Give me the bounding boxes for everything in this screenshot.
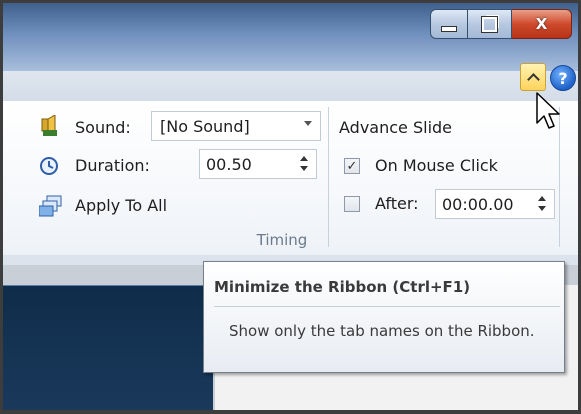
minimize-icon bbox=[441, 26, 457, 32]
clock-icon bbox=[40, 157, 58, 175]
slide-thumbnail[interactable] bbox=[3, 285, 213, 410]
help-button[interactable]: ? bbox=[550, 65, 576, 91]
application-window: X ? Sound: [No Sound] Duration: 00.50 Ap… bbox=[0, 0, 581, 414]
timing-group-label: Timing bbox=[256, 231, 308, 249]
spin-down-icon[interactable] bbox=[538, 206, 546, 211]
mouse-cursor-icon bbox=[536, 92, 560, 129]
spin-up-icon[interactable] bbox=[538, 196, 546, 201]
ribbon-tab-row bbox=[3, 71, 578, 101]
duration-value: 00.50 bbox=[206, 155, 252, 174]
duration-label: Duration: bbox=[75, 156, 150, 175]
after-checkbox[interactable] bbox=[344, 196, 360, 212]
sound-dropdown[interactable]: [No Sound] bbox=[151, 111, 321, 141]
maximize-icon bbox=[481, 15, 498, 33]
sound-value: [No Sound] bbox=[160, 117, 250, 136]
group-separator bbox=[328, 107, 329, 247]
tooltip-body: Show only the tab names on the Ribbon. bbox=[229, 322, 535, 340]
apply-to-all-button[interactable]: Apply To All bbox=[37, 193, 187, 219]
tooltip: Minimize the Ribbon (Ctrl+F1) Show only … bbox=[203, 261, 565, 373]
tooltip-title: Minimize the Ribbon (Ctrl+F1) bbox=[214, 278, 471, 296]
advance-slide-label: Advance Slide bbox=[339, 118, 453, 137]
close-button[interactable]: X bbox=[512, 9, 572, 39]
checkmark-icon: ✓ bbox=[346, 158, 358, 174]
sound-icon bbox=[41, 115, 57, 136]
after-time-value: 00:00.00 bbox=[442, 195, 514, 214]
apply-to-all-icon bbox=[39, 195, 62, 217]
title-bar: X bbox=[3, 3, 578, 71]
chevron-down-icon bbox=[304, 121, 312, 126]
on-mouse-click-checkbox[interactable]: ✓ bbox=[344, 158, 360, 174]
help-icon: ? bbox=[558, 68, 568, 88]
on-mouse-click-label: On Mouse Click bbox=[375, 156, 498, 175]
maximize-button[interactable] bbox=[468, 9, 512, 39]
spin-down-icon[interactable] bbox=[300, 166, 308, 171]
minimize-ribbon-button[interactable] bbox=[520, 63, 546, 91]
apply-to-all-label: Apply To All bbox=[75, 196, 168, 215]
minimize-button[interactable] bbox=[430, 9, 468, 39]
chevron-up-icon bbox=[526, 72, 540, 86]
tooltip-divider bbox=[214, 306, 560, 307]
spin-up-icon[interactable] bbox=[300, 156, 308, 161]
after-time-spinner[interactable]: 00:00.00 bbox=[435, 189, 555, 219]
duration-spinner[interactable]: 00.50 bbox=[199, 149, 317, 179]
close-icon: X bbox=[535, 15, 548, 33]
sound-label: Sound: bbox=[75, 118, 131, 137]
window-controls: X bbox=[430, 9, 572, 39]
after-label: After: bbox=[375, 194, 419, 213]
